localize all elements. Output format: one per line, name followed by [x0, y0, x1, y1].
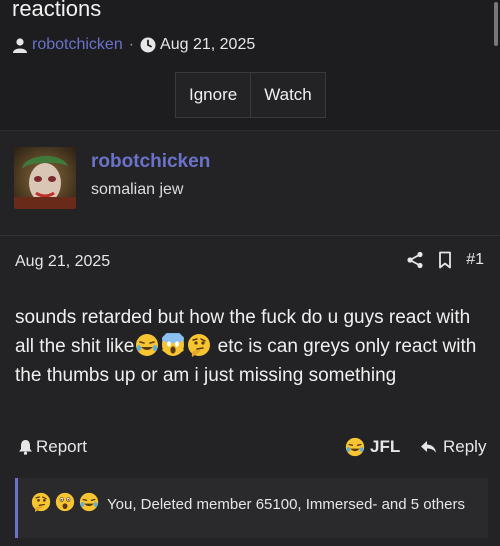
ignore-button[interactable]: Ignore [176, 73, 250, 117]
screaming-emoji [161, 331, 185, 357]
thread-meta: robotchicken · Aug 21, 2025 [12, 36, 255, 54]
reactions-summary[interactable]: You, Deleted member 65100, Immersed- and… [15, 478, 488, 538]
bell-icon [18, 439, 33, 455]
watch-button[interactable]: Watch [250, 73, 325, 117]
meta-separator: · [128, 36, 135, 53]
clock-icon [140, 37, 156, 53]
avatar[interactable] [14, 147, 76, 209]
report-button[interactable]: Report [18, 437, 87, 457]
crying-laughing-emoji [135, 333, 159, 357]
post-username[interactable]: robotchicken [91, 151, 210, 173]
divider [0, 235, 500, 236]
reply-label: Reply [443, 437, 487, 456]
report-label: Report [36, 437, 88, 456]
post-number[interactable]: #1 [466, 251, 484, 269]
reply-button[interactable]: Reply [420, 437, 486, 457]
post: robotchicken somalian jew Aug 21, 2025 #… [0, 130, 500, 546]
reply-icon [420, 440, 437, 454]
reactions-list-text[interactable]: You, Deleted member 65100, Immersed- and… [30, 494, 470, 515]
user-title: somalian jew [91, 181, 184, 198]
thread-actions: Ignore Watch [175, 72, 326, 118]
bookmark-icon[interactable] [438, 251, 452, 269]
post-date[interactable]: Aug 21, 2025 [15, 253, 110, 271]
post-body: sounds retarded but how the fuck do u gu… [15, 303, 485, 390]
thread-title: reactions [12, 0, 102, 21]
thread-date: Aug 21, 2025 [160, 36, 256, 53]
post-tools: #1 [406, 251, 484, 269]
thinking-emoji [187, 333, 211, 357]
jfl-label: JFL [370, 437, 401, 456]
scrollbar[interactable] [494, 2, 498, 46]
crying-laughing-emoji [345, 437, 365, 457]
share-icon[interactable] [406, 251, 424, 269]
user-icon [12, 37, 28, 53]
thread-author-link[interactable]: robotchicken [32, 36, 123, 54]
post-footer: Report JFL Reply [0, 431, 500, 465]
react-jfl-button[interactable]: JFL [344, 437, 400, 457]
